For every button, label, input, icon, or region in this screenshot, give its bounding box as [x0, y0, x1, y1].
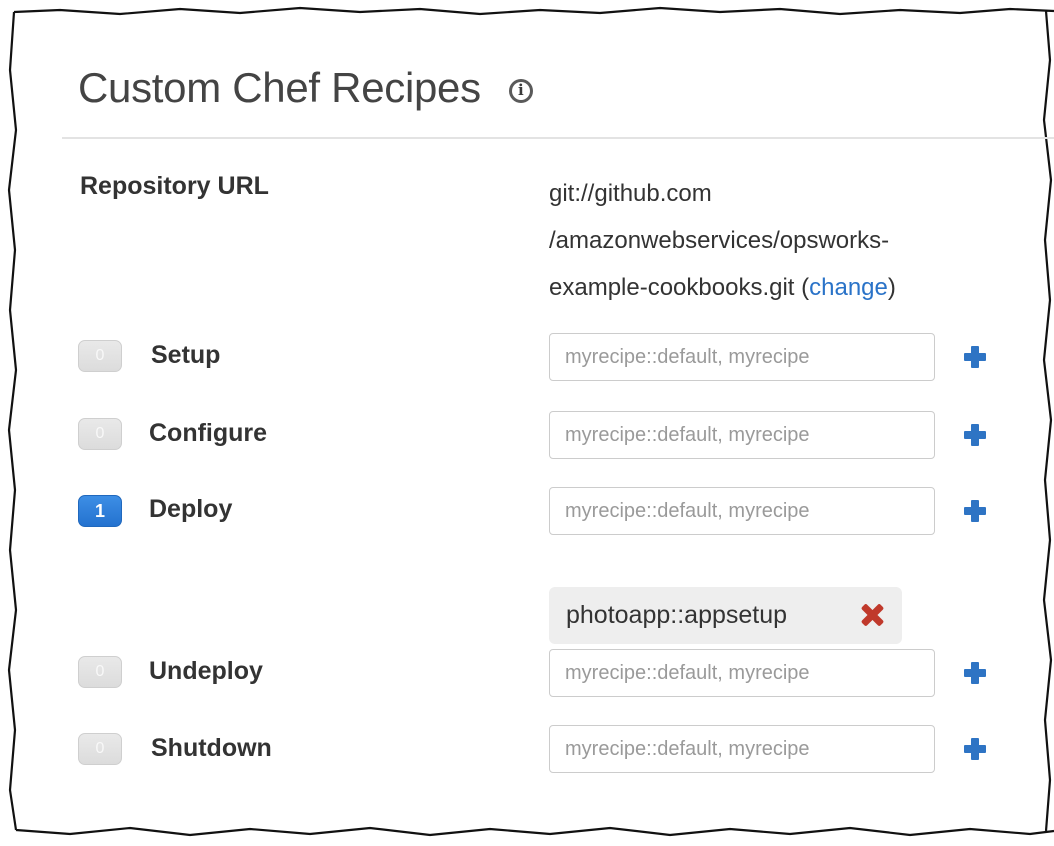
shutdown-recipe-input[interactable]	[549, 725, 935, 773]
configure-add-plus-icon[interactable]	[964, 424, 986, 446]
panel-header: Custom Chef Recipes	[78, 58, 533, 118]
setup-recipe-input[interactable]	[549, 333, 935, 381]
shutdown-add-plus-icon[interactable]	[964, 738, 986, 760]
shutdown-recipe-count-badge: 0	[78, 733, 122, 765]
setup-recipe-count-badge: 0	[78, 340, 122, 372]
undeploy-recipe-count-badge: 0	[78, 656, 122, 688]
undeploy-recipe-input[interactable]	[549, 649, 935, 697]
setup-add-plus-icon[interactable]	[964, 346, 986, 368]
change-repository-link[interactable]: change	[809, 274, 888, 301]
header-divider	[62, 137, 1054, 139]
shutdown-label: Shutdown	[151, 734, 272, 762]
setup-label: Setup	[151, 341, 221, 369]
repository-url-line-3: example-cookbooks.git (change)	[549, 264, 1029, 311]
remove-recipe-x-icon[interactable]	[860, 603, 884, 627]
deploy-recipe-tag-label: photoapp::appsetup	[566, 601, 788, 629]
deploy-recipe-input[interactable]	[549, 487, 935, 535]
repository-url-line-1: git://github.com	[549, 180, 712, 207]
undeploy-label: Undeploy	[149, 657, 263, 685]
close-paren: )	[887, 274, 896, 301]
configure-recipe-input[interactable]	[549, 411, 935, 459]
deploy-label: Deploy	[149, 495, 233, 523]
configure-label: Configure	[149, 419, 268, 447]
screenshot-frame: Custom Chef Recipes Repository URL git:/…	[0, 0, 1054, 846]
repository-url-value: git://github.com /amazonwebservices/opsw…	[549, 170, 1029, 311]
deploy-add-plus-icon[interactable]	[964, 500, 986, 522]
repository-url-line-2: /amazonwebservices/opsworks-	[549, 227, 890, 254]
configure-recipe-count-badge: 0	[78, 418, 122, 450]
repository-url-label: Repository URL	[80, 172, 269, 200]
custom-chef-recipes-panel: Custom Chef Recipes Repository URL git:/…	[0, 0, 1054, 846]
undeploy-add-plus-icon[interactable]	[964, 662, 986, 684]
info-icon[interactable]	[508, 79, 533, 103]
deploy-recipe-tag: photoapp::appsetup	[549, 587, 902, 644]
page-title: Custom Chef Recipes	[78, 64, 481, 111]
repository-url-text: example-cookbooks.git	[549, 274, 795, 301]
deploy-recipe-count-badge: 1	[78, 495, 122, 527]
open-paren: (	[794, 274, 810, 301]
